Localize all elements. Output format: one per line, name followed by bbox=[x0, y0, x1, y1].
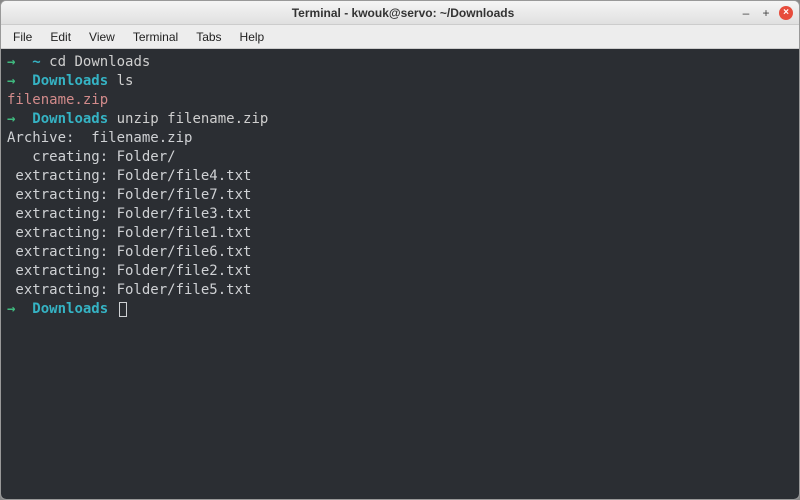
terminal-window: Terminal - kwouk@servo: ~/Downloads – + … bbox=[0, 0, 800, 500]
terminal-line: extracting: Folder/file5.txt bbox=[7, 281, 793, 300]
terminal-line: extracting: Folder/file3.txt bbox=[7, 205, 793, 224]
terminal-line: → Downloads ls bbox=[7, 72, 793, 91]
output-text: extracting: Folder/file2.txt bbox=[7, 263, 251, 279]
menu-help[interactable]: Help bbox=[232, 28, 273, 46]
output-text: Archive: filename.zip bbox=[7, 130, 192, 146]
output-text: extracting: Folder/file4.txt bbox=[7, 168, 251, 184]
prompt-command: ls bbox=[117, 73, 134, 89]
terminal-line: Archive: filename.zip bbox=[7, 129, 793, 148]
output-text: extracting: Folder/file5.txt bbox=[7, 282, 251, 298]
prompt-cwd: Downloads bbox=[32, 73, 108, 89]
terminal-line: extracting: Folder/file7.txt bbox=[7, 186, 793, 205]
output-filename: filename.zip bbox=[7, 92, 108, 108]
prompt-cwd: Downloads bbox=[32, 301, 108, 317]
menu-edit[interactable]: Edit bbox=[42, 28, 79, 46]
terminal-line: extracting: Folder/file4.txt bbox=[7, 167, 793, 186]
prompt-command: cd Downloads bbox=[49, 54, 150, 70]
cursor-icon bbox=[119, 302, 127, 317]
terminal-line: → ~ cd Downloads bbox=[7, 53, 793, 72]
output-text: extracting: Folder/file1.txt bbox=[7, 225, 251, 241]
maximize-button[interactable]: + bbox=[759, 6, 773, 20]
terminal-line: → Downloads bbox=[7, 300, 793, 319]
menu-view[interactable]: View bbox=[81, 28, 123, 46]
output-text: creating: Folder/ bbox=[7, 149, 176, 165]
terminal-line: creating: Folder/ bbox=[7, 148, 793, 167]
terminal-line: filename.zip bbox=[7, 91, 793, 110]
terminal-line: extracting: Folder/file2.txt bbox=[7, 262, 793, 281]
close-button[interactable]: × bbox=[779, 6, 793, 20]
menubar: File Edit View Terminal Tabs Help bbox=[1, 25, 799, 49]
menu-file[interactable]: File bbox=[5, 28, 40, 46]
window-controls: – + × bbox=[739, 6, 793, 20]
terminal-viewport[interactable]: → ~ cd Downloads→ Downloads lsfilename.z… bbox=[1, 49, 799, 499]
output-text: extracting: Folder/file6.txt bbox=[7, 244, 251, 260]
prompt-arrow-icon: → bbox=[7, 73, 15, 89]
terminal-line: extracting: Folder/file6.txt bbox=[7, 243, 793, 262]
minimize-button[interactable]: – bbox=[739, 6, 753, 20]
output-text: extracting: Folder/file7.txt bbox=[7, 187, 251, 203]
prompt-cwd: ~ bbox=[32, 54, 40, 70]
prompt-arrow-icon: → bbox=[7, 54, 15, 70]
window-title: Terminal - kwouk@servo: ~/Downloads bbox=[67, 6, 739, 20]
prompt-arrow-icon: → bbox=[7, 301, 15, 317]
titlebar: Terminal - kwouk@servo: ~/Downloads – + … bbox=[1, 1, 799, 25]
prompt-command: unzip filename.zip bbox=[117, 111, 269, 127]
menu-terminal[interactable]: Terminal bbox=[125, 28, 186, 46]
prompt-cwd: Downloads bbox=[32, 111, 108, 127]
terminal-line: → Downloads unzip filename.zip bbox=[7, 110, 793, 129]
menu-tabs[interactable]: Tabs bbox=[188, 28, 229, 46]
output-text: extracting: Folder/file3.txt bbox=[7, 206, 251, 222]
prompt-arrow-icon: → bbox=[7, 111, 15, 127]
terminal-line: extracting: Folder/file1.txt bbox=[7, 224, 793, 243]
